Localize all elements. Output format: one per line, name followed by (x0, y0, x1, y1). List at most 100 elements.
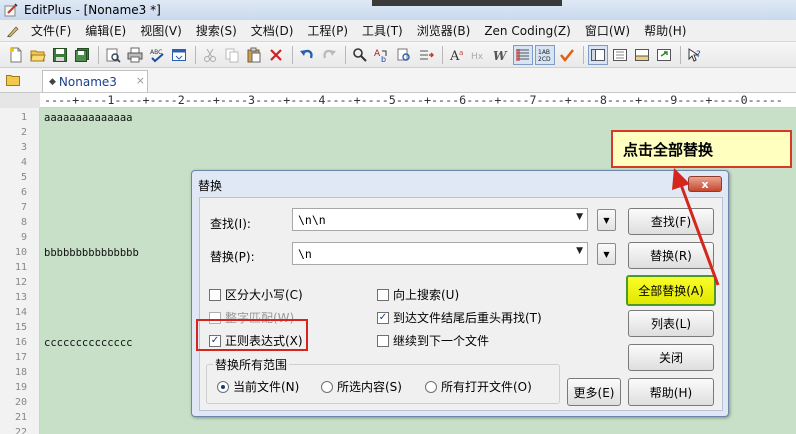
close-button[interactable]: 关闭 (628, 344, 714, 371)
toolbar-separator (583, 45, 584, 64)
menu-browser[interactable]: 浏览器(B) (410, 22, 478, 39)
scope-all-open-files-radio[interactable]: 所有打开文件(O) (425, 378, 532, 395)
checkbox-box-checked[interactable]: ✓ (377, 311, 389, 324)
checkbox-label: 区分大小写(C) (225, 288, 303, 302)
toolbar-separator (98, 45, 99, 64)
line-number: 9 (20, 232, 27, 243)
abc-column-icon[interactable]: 1AB 2CD (535, 44, 555, 65)
fullscreen-icon[interactable] (654, 45, 674, 65)
save-all-icon[interactable] (72, 45, 92, 65)
code-line: bbbbbbbbbbbbbbb (44, 247, 139, 259)
column-ruler: ----+----1----+----2----+----3----+----4… (0, 93, 796, 108)
checkbox-label: 到达文件结尾后重头再找(T) (393, 311, 542, 325)
replace-icon[interactable]: Ab (372, 45, 392, 65)
menu-zen-coding[interactable]: Zen Coding(Z) (477, 24, 578, 38)
find-icon[interactable] (350, 45, 370, 65)
find-combo[interactable]: \n\n ▼ (292, 208, 588, 231)
scope-selection-radio[interactable]: 所选内容(S) (321, 378, 402, 395)
svg-text:Hx: Hx (471, 52, 484, 62)
cut-icon[interactable] (200, 45, 220, 65)
delete-icon[interactable] (266, 45, 286, 65)
checkbox-box[interactable] (377, 288, 389, 301)
toolbar-separator (195, 45, 196, 64)
html-toolbar-icon[interactable]: Hx (469, 45, 489, 65)
line-number: 4 (20, 157, 27, 168)
list-button[interactable]: 列表(L) (628, 310, 714, 337)
radio-dot[interactable] (321, 380, 333, 393)
print-preview-icon[interactable] (103, 45, 123, 65)
paste-icon[interactable] (244, 45, 264, 65)
group-title: 替换所有范围 (213, 356, 290, 373)
replace-combo[interactable]: \n ▼ (292, 242, 588, 265)
word-wrap-icon[interactable]: W (491, 45, 511, 65)
copy-icon[interactable] (222, 45, 242, 65)
more-button[interactable]: 更多(E) (567, 378, 621, 406)
radio-label: 当前文件(N) (233, 380, 300, 394)
scope-current-file-radio[interactable]: 当前文件(N) (217, 378, 299, 395)
line-number-toggle-icon[interactable] (513, 44, 533, 65)
menu-tools[interactable]: 工具(T) (355, 22, 410, 39)
cliptext-window-icon[interactable] (610, 45, 630, 65)
context-help-icon[interactable]: ? (685, 45, 705, 65)
replace-regex-menu-button[interactable]: ▼ (597, 243, 616, 265)
replace-input[interactable]: \n (298, 247, 312, 261)
new-file-icon[interactable] (6, 45, 26, 65)
line-number: 21 (14, 412, 27, 423)
case-sensitive-checkbox[interactable]: 区分大小写(C) (209, 286, 303, 303)
menu-help[interactable]: 帮助(H) (637, 22, 693, 39)
menu-bar: 文件(F) 编辑(E) 视图(V) 搜索(S) 文档(D) 工程(P) 工具(T… (0, 20, 796, 42)
svg-text:?: ? (696, 50, 701, 60)
svg-text:b: b (381, 55, 386, 63)
svg-text:1AB: 1AB (538, 49, 550, 56)
check-mark-icon[interactable] (557, 45, 577, 65)
help-button[interactable]: 帮助(H) (628, 378, 714, 406)
ruler-scale: ----+----1----+----2----+----3----+----4… (44, 93, 783, 107)
open-folder-icon[interactable] (28, 45, 48, 65)
line-number: 19 (14, 382, 27, 393)
menu-edit[interactable]: 编辑(E) (78, 22, 133, 39)
line-number: 2 (20, 127, 27, 138)
dialog-body: 查找(I): \n\n ▼ ▼ 替换(P): \n ▼ ▼ 区分大小写(C) 整… (199, 197, 723, 411)
line-number: 6 (20, 187, 27, 198)
search-up-checkbox[interactable]: 向上搜索(U) (377, 286, 459, 303)
line-number-gutter: 1 2 3 4 5 6 7 8 9 10 11 12 13 14 15 16 17 18 19 20 21 22 (0, 108, 40, 434)
directory-window-icon[interactable] (588, 44, 608, 65)
tab-close-icon[interactable]: × (136, 74, 145, 87)
line-number: 1 (20, 112, 27, 123)
find-regex-menu-button[interactable]: ▼ (597, 209, 616, 231)
menu-view[interactable]: 视图(V) (133, 22, 189, 39)
font-icon[interactable]: Aa (447, 45, 467, 65)
print-icon[interactable] (125, 45, 145, 65)
find-in-files-icon[interactable] (394, 45, 414, 65)
menu-search[interactable]: 搜索(S) (189, 22, 244, 39)
chevron-down-icon[interactable]: ▼ (576, 212, 583, 222)
next-file-checkbox[interactable]: 继续到下一个文件 (377, 332, 489, 349)
editplus-app-icon (4, 3, 18, 17)
find-label: 查找(I): (210, 217, 251, 231)
find-input[interactable]: \n\n (298, 213, 326, 227)
wrap-around-checkbox[interactable]: ✓ 到达文件结尾后重头再找(T) (377, 309, 542, 326)
svg-text:W: W (493, 49, 508, 63)
chevron-down-icon[interactable]: ▼ (576, 246, 583, 256)
replace-dialog: 替换 x 查找(I): \n\n ▼ ▼ 替换(P): \n ▼ ▼ 区分大小写… (191, 170, 729, 417)
redo-icon[interactable] (319, 45, 339, 65)
radio-dot-selected[interactable] (217, 380, 229, 393)
menu-file[interactable]: 文件(F) (24, 22, 78, 39)
line-number: 10 (14, 247, 27, 258)
radio-dot[interactable] (425, 380, 437, 393)
tab-noname3[interactable]: ◆ Noname3 × (42, 70, 148, 92)
menu-project[interactable]: 工程(P) (300, 22, 355, 39)
save-icon[interactable] (50, 45, 70, 65)
browser-preview-icon[interactable] (169, 45, 189, 65)
line-number: 18 (14, 367, 27, 378)
directory-icon[interactable] (6, 73, 20, 86)
menu-document[interactable]: 文档(D) (244, 22, 301, 39)
radio-label: 所选内容(S) (337, 380, 402, 394)
menu-window[interactable]: 窗口(W) (578, 22, 637, 39)
undo-icon[interactable] (297, 45, 317, 65)
checkbox-box[interactable] (209, 288, 221, 301)
output-window-icon[interactable] (632, 45, 652, 65)
checkbox-box[interactable] (377, 334, 389, 347)
goto-line-icon[interactable] (416, 45, 436, 65)
spell-check-icon[interactable]: ABC (147, 45, 167, 65)
